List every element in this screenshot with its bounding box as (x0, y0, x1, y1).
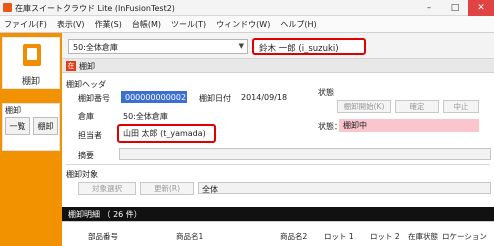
details-header: 棚卸明細 （ 26 件） (62, 207, 494, 221)
column-header[interactable]: 商品名2 (280, 231, 307, 242)
panel-header: 在 棚卸 (62, 59, 494, 73)
date-value: 2014/09/18 (241, 93, 288, 102)
memo-field[interactable] (119, 148, 491, 160)
date-label: 棚卸日付 (199, 94, 231, 103)
warehouse-label: 倉庫 (78, 112, 94, 121)
maximize-icon[interactable]: □ (442, 0, 468, 16)
sidebar-tile-label: 棚卸 (21, 77, 40, 87)
status-section-label: 状態 (318, 88, 334, 97)
clipboard-icon (23, 44, 41, 66)
column-header[interactable]: ロケーション (442, 231, 487, 242)
details-table-header: 部品番号 商品名1 商品名2 ロット 1 ロット 2 在庫状態 ロケーション (62, 221, 494, 246)
column-header[interactable]: 商品名1 (176, 231, 203, 242)
number-field[interactable]: 000000000002 (121, 91, 187, 103)
sidebar: 棚卸 棚卸 一覧 棚卸 (0, 33, 62, 246)
column-header[interactable]: 部品番号 (88, 231, 118, 242)
confirm-button[interactable]: 確定 (395, 100, 439, 113)
sidebar-group: 棚卸 一覧 棚卸 (2, 103, 60, 151)
status-badge: 棚卸中 (339, 119, 479, 132)
header-section-label: 棚卸ヘッダ (66, 80, 106, 89)
column-header[interactable]: ロット 2 (370, 231, 400, 242)
divider (66, 164, 490, 165)
warehouse-value: 50:全体倉庫 (123, 112, 168, 121)
top-bar: 50:全体倉庫 ▼ 鈴木 一郎 (i_suzuki) (62, 33, 494, 59)
sidebar-inventory-tile[interactable]: 棚卸 (2, 37, 60, 89)
column-header[interactable]: ロット 1 (324, 231, 354, 242)
stop-button[interactable]: 中止 (443, 100, 479, 113)
person-label: 担当者 (78, 131, 102, 140)
chevron-down-icon: ▼ (238, 42, 244, 50)
select-target-button[interactable]: 対象選択 (78, 182, 136, 195)
menu-ledger[interactable]: 台帳(M) (132, 19, 161, 30)
menu-file[interactable]: ファイル(F) (4, 19, 47, 30)
panel-title: 棚卸 (79, 62, 95, 71)
panel-badge: 在 (66, 61, 76, 71)
warehouse-select[interactable]: 50:全体倉庫 ▼ (68, 39, 248, 54)
person-value[interactable]: 山田 太郎 (t_yamada) (123, 128, 206, 139)
current-user: 鈴木 一郎 (i_suzuki) (252, 38, 366, 55)
menu-bar: ファイル(F) 表示(V) 作業(S) 台帳(M) ツール(T) ウィンドウ(W… (0, 16, 494, 33)
minimize-icon[interactable]: – (416, 0, 442, 16)
list-button[interactable]: 一覧 (5, 117, 30, 135)
number-label: 棚卸番号 (78, 94, 110, 103)
update-button[interactable]: 更新(R) (140, 182, 194, 195)
window-title: 在庫スイートクラウド Lite (InFusionTest2) (15, 4, 175, 13)
sidebar-group-label: 棚卸 (5, 106, 21, 115)
inventory-button[interactable]: 棚卸 (33, 117, 58, 135)
column-header[interactable]: 在庫状態 (408, 231, 438, 242)
menu-window[interactable]: ウィンドウ(W) (216, 19, 270, 30)
menu-tools[interactable]: ツール(T) (171, 19, 206, 30)
close-icon[interactable]: ✕ (468, 0, 494, 16)
target-field: 全体 (198, 182, 491, 194)
window-controls: – □ ✕ (416, 0, 494, 16)
target-section-label: 棚卸対象 (66, 170, 98, 179)
menu-work[interactable]: 作業(S) (95, 19, 122, 30)
memo-label: 摘要 (78, 151, 94, 160)
menu-view[interactable]: 表示(V) (57, 19, 85, 30)
menu-help[interactable]: ヘルプ(H) (280, 19, 316, 30)
warehouse-select-value: 50:全体倉庫 (73, 43, 118, 52)
app-icon (3, 3, 12, 12)
start-inventory-button[interactable]: 棚卸開始(K) (337, 100, 391, 113)
title-bar: 在庫スイートクラウド Lite (InFusionTest2) – □ ✕ (0, 0, 494, 16)
